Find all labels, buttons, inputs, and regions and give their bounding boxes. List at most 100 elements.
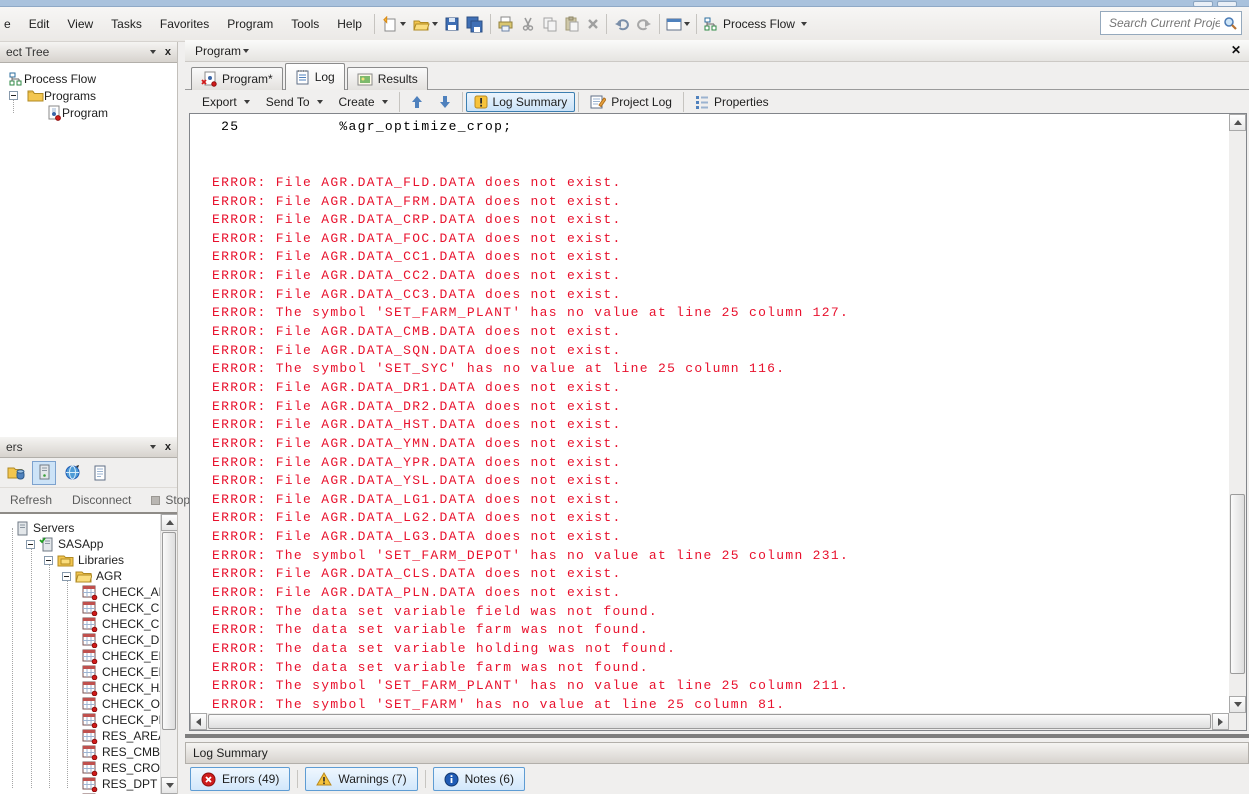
scroll-up-button[interactable]	[1229, 114, 1246, 131]
document-view-button[interactable]	[88, 461, 112, 485]
log-vertical-scrollbar[interactable]	[1229, 114, 1246, 713]
next-message-button[interactable]	[431, 92, 459, 112]
collapse-expander-icon[interactable]	[9, 91, 18, 100]
scrollbar-thumb[interactable]	[208, 714, 1211, 729]
search-icon[interactable]	[1222, 15, 1238, 31]
library-view-button[interactable]	[4, 461, 28, 485]
tree-item-table[interactable]: CHECK_DF	[0, 632, 177, 648]
search-box[interactable]	[1100, 11, 1242, 35]
project-log-button[interactable]: Project Log	[582, 91, 680, 112]
send-to-button[interactable]: Send To	[258, 92, 331, 112]
open-button[interactable]	[409, 12, 441, 36]
save-all-button[interactable]	[463, 12, 487, 36]
data-table-icon	[82, 697, 98, 712]
web-view-button[interactable]	[60, 461, 84, 485]
tab-log[interactable]: Log	[284, 63, 345, 90]
new-document-button[interactable]	[378, 12, 409, 36]
previous-message-button[interactable]	[403, 92, 431, 112]
properties-button[interactable]: Properties	[687, 92, 777, 112]
search-input[interactable]	[1107, 15, 1222, 31]
log-line: ERROR: File AGR.DATA_CLS.DATA does not e…	[212, 566, 622, 582]
create-button[interactable]: Create	[331, 92, 396, 112]
print-button[interactable]	[494, 12, 517, 36]
export-button[interactable]: Export	[194, 92, 258, 112]
document-menu-icon[interactable]	[243, 48, 250, 56]
warnings-filter-button[interactable]: Warnings (7)	[305, 767, 418, 791]
disconnect-button[interactable]: Disconnect	[62, 493, 141, 507]
menu-help[interactable]: Help	[328, 12, 371, 36]
log-line: ERROR: File AGR.DATA_FRM.DATA does not e…	[212, 193, 622, 209]
log-summary-toggle-button[interactable]: Log Summary	[465, 91, 576, 112]
errors-filter-button[interactable]: Errors (49)	[190, 767, 291, 791]
collapse-expander-icon[interactable]	[62, 571, 71, 581]
toolbar-separator	[373, 14, 375, 34]
servers-panel: ers x Refresh Disconnect Stop Servers SA…	[0, 437, 190, 794]
document-close-icon[interactable]: ✕	[1231, 43, 1241, 57]
tree-item-servers[interactable]: Servers	[0, 520, 177, 536]
tree-item-table[interactable]: CHECK_CC	[0, 616, 177, 632]
tree-item-libraries[interactable]: Libraries	[0, 552, 177, 568]
notes-filter-button[interactable]: Notes (6)	[432, 767, 525, 791]
redo-button[interactable]	[633, 12, 656, 36]
tab-program[interactable]: Program*	[191, 67, 283, 90]
tree-item-sasapp[interactable]: SASApp	[0, 536, 177, 552]
log-horizontal-scrollbar[interactable]	[190, 713, 1229, 730]
scroll-up-button[interactable]	[161, 514, 177, 531]
properties-label: Properties	[713, 94, 769, 109]
copy-icon	[543, 17, 557, 32]
server-view-button[interactable]	[32, 460, 56, 485]
tree-item-table[interactable]: CHECK_CM	[0, 600, 177, 616]
paste-button[interactable]	[561, 12, 583, 36]
menu-view[interactable]: View	[58, 12, 102, 36]
project-log-label: Project Log	[611, 94, 672, 109]
panel-close-icon[interactable]: x	[165, 441, 171, 453]
menu-tools[interactable]: Tools	[282, 12, 328, 36]
window-layout-button[interactable]	[663, 12, 693, 36]
undo-button[interactable]	[610, 12, 633, 36]
tree-item-table[interactable]: CHECK_OE	[0, 696, 177, 712]
tree-item-table[interactable]: RES_DPT	[0, 776, 177, 792]
log-tab-icon	[296, 70, 309, 85]
log-line: ERROR: File AGR.DATA_DR2.DATA does not e…	[212, 398, 622, 414]
servers-scrollbar[interactable]	[160, 514, 177, 794]
tree-item-programs[interactable]: Programs	[0, 87, 177, 104]
panel-close-icon[interactable]: x	[165, 46, 171, 58]
collapse-expander-icon[interactable]	[44, 555, 53, 565]
delete-button[interactable]	[583, 12, 603, 36]
horizontal-splitter[interactable]	[185, 731, 1249, 742]
process-flow-button[interactable]: Process Flow	[700, 12, 810, 36]
tree-item-table[interactable]: RES_CMB	[0, 744, 177, 760]
menu-tasks[interactable]: Tasks	[102, 12, 151, 36]
tree-item-table[interactable]: CHECK_PL	[0, 712, 177, 728]
menu-edit[interactable]: Edit	[20, 12, 59, 36]
tree-item-table[interactable]: RES_AREA	[0, 728, 177, 744]
tree-item-table[interactable]: CHECK_HA	[0, 680, 177, 696]
scroll-down-button[interactable]	[161, 777, 177, 794]
scrollbar-thumb[interactable]	[1230, 494, 1245, 674]
menu-favorites[interactable]: Favorites	[151, 12, 218, 36]
panel-menu-icon[interactable]	[149, 445, 156, 452]
tree-item-table[interactable]: CHECK_EE	[0, 648, 177, 664]
cut-button[interactable]	[517, 12, 539, 36]
scrollbar-thumb[interactable]	[162, 532, 176, 730]
tree-item-table[interactable]: RES_CROF	[0, 760, 177, 776]
tree-item-table[interactable]: CHECK_AF	[0, 584, 177, 600]
menu-program[interactable]: Program	[218, 12, 282, 36]
collapse-expander-icon[interactable]	[26, 539, 35, 549]
scroll-down-button[interactable]	[1229, 696, 1246, 713]
copy-button[interactable]	[539, 12, 561, 36]
tree-item-table[interactable]: CHECK_EE	[0, 664, 177, 680]
refresh-button[interactable]: Refresh	[0, 493, 62, 507]
save-button[interactable]	[441, 12, 463, 36]
menu-file[interactable]: e	[0, 12, 20, 36]
scrollbar-corner	[1229, 713, 1246, 730]
tree-item-program[interactable]: Program	[0, 104, 177, 121]
delete-x-icon	[588, 19, 598, 29]
tree-item-process-flow[interactable]: Process Flow	[0, 70, 177, 87]
tree-item-agr-library[interactable]: AGR	[0, 568, 177, 584]
scroll-right-button[interactable]	[1212, 713, 1229, 730]
scroll-left-button[interactable]	[190, 713, 207, 730]
tab-results[interactable]: Results	[346, 67, 428, 90]
toolbar-separator	[489, 14, 491, 34]
panel-menu-icon[interactable]	[149, 50, 156, 57]
